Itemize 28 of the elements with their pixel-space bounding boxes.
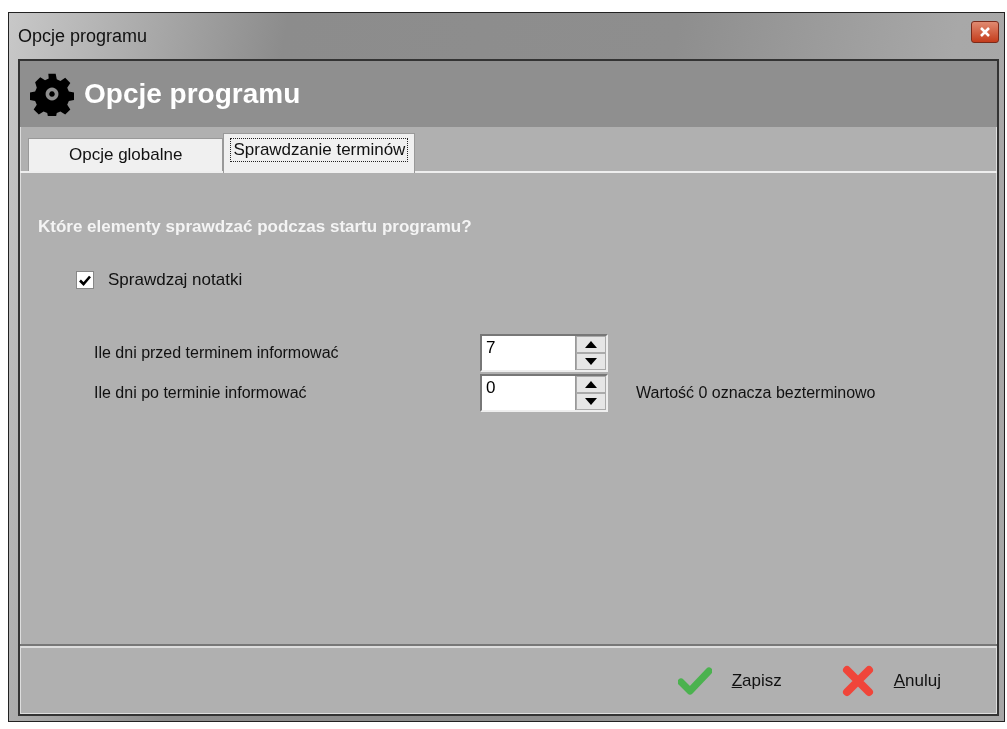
field-label: Ile dni przed terminem informować xyxy=(94,344,340,362)
spin-down-button[interactable] xyxy=(576,393,606,410)
checkbox[interactable] xyxy=(76,271,94,289)
checkbox-label: Sprawdzaj notatki xyxy=(108,270,243,290)
tab[interactable]: Opcje globalne xyxy=(28,138,224,171)
close-button[interactable] xyxy=(971,21,999,43)
tab[interactable]: Sprawdzanie terminów xyxy=(223,133,416,173)
section-question: Które elementy sprawdzać podczas startu programu? xyxy=(38,217,473,237)
down-arrow-icon xyxy=(585,398,597,405)
spin-up-button[interactable] xyxy=(576,376,606,393)
spin-up-button[interactable] xyxy=(576,336,606,353)
close-icon xyxy=(980,27,990,37)
check-icon xyxy=(677,667,712,695)
spin-down-button[interactable] xyxy=(576,353,606,370)
down-arrow-icon xyxy=(585,358,597,365)
header-title: Opcje programu xyxy=(84,78,301,110)
spin-field[interactable]: 0 xyxy=(480,374,608,412)
cross-icon xyxy=(841,665,874,697)
hint-text: Wartość 0 oznacza bezterminowo xyxy=(636,384,876,402)
spin-field[interactable]: 7 xyxy=(480,334,608,372)
cancel-button[interactable]: Anuluj xyxy=(837,661,945,701)
save-button[interactable]: Zapisz xyxy=(673,663,786,699)
field-label: Ile dni po terminie informować xyxy=(94,384,308,402)
up-arrow-icon xyxy=(585,341,597,348)
gear-icon xyxy=(30,72,74,116)
window-title: Opcje programu xyxy=(18,25,148,47)
up-arrow-icon xyxy=(585,381,597,388)
checkmark-icon xyxy=(79,274,91,286)
